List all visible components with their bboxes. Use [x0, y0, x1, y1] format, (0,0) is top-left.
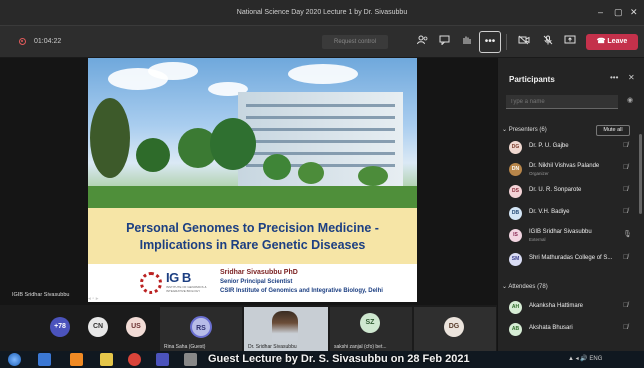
participant-video [272, 311, 298, 341]
windows-start-icon[interactable] [8, 353, 21, 366]
eye-icon[interactable]: ◉ [627, 96, 633, 104]
igib-logo: IG B INSTITUTE OF GENOMICS & INTEGRATIVE… [140, 270, 212, 298]
speaker-role: Senior Principal Scientist [220, 279, 293, 285]
presenter-label: IGIB Sridhar Sivasubbu [12, 292, 70, 298]
presentation-slide: Personal Genomes to Precision Medicine -… [88, 58, 417, 302]
chrome-icon[interactable] [128, 353, 141, 366]
phone-hangup-icon: ☎ [596, 38, 606, 45]
list-item[interactable]: DN Dr. Nikhil Vishvas Palande Organizer … [498, 160, 644, 178]
panel-title: Participants [509, 75, 555, 84]
list-item[interactable]: IS IGIB Sridhar Sivasubbu External 🎙 [498, 226, 644, 244]
shared-content-stage: Personal Genomes to Precision Medicine -… [0, 58, 497, 305]
avatar[interactable]: US [126, 317, 146, 337]
call-timer: 01:04:22 [34, 38, 62, 45]
panel-more-button[interactable]: ••• [610, 73, 618, 82]
list-item[interactable]: SM Shri Mathuradas College of S... 🎙̸ [498, 250, 644, 268]
participant-video-tile[interactable]: Dr. Sridhar Sivasubbu [244, 307, 328, 351]
toolbar-divider [506, 34, 507, 50]
slide-title-line-2: Implications in Rare Genetic Diseases [139, 238, 366, 252]
title-band [88, 208, 417, 264]
presenters-header[interactable]: ⌄ Presenters (6) [502, 126, 547, 133]
leave-button[interactable]: ☎ Leave [586, 34, 638, 50]
participant-gallery: +78 CN US RS Rina Saha (Guest) Dr. Sridh… [0, 305, 497, 351]
more-actions-button[interactable]: ••• [479, 31, 501, 53]
mic-off-icon: 🎙̸ [623, 302, 629, 309]
list-item[interactable]: AH Akanksha Hattimare 🎙̸ [498, 298, 644, 316]
leave-label: Leave [607, 38, 628, 45]
tile-label: Dr. Sridhar Sivasubbu [248, 344, 297, 350]
tile-label: Rina Saha (Guest) [164, 344, 206, 350]
slide-title-line-1: Personal Genomes to Precision Medicine - [126, 221, 379, 235]
attendees-header[interactable]: ⌄ Attendees (78) [502, 283, 548, 290]
teams-icon[interactable] [156, 353, 169, 366]
window-titlebar: National Science Day 2020 Lecture 1 by D… [0, 0, 644, 26]
caption-banner-text: Guest Lecture by Dr. S. Sivasubbu on 28 … [208, 353, 470, 365]
mute-all-button[interactable]: Mute all [596, 125, 630, 136]
slide-nav-controls[interactable]: ◂ ▫ ▸ [88, 296, 99, 302]
share-screen-icon[interactable] [562, 35, 578, 49]
explorer-icon[interactable] [38, 353, 51, 366]
avatar: SZ [360, 313, 380, 333]
participants-icon[interactable] [414, 35, 430, 49]
close-window-button[interactable]: ✕ [630, 7, 638, 18]
list-item[interactable]: DG Dr. P. U. Gajbe 🎙̸ [498, 138, 644, 156]
minimize-button[interactable]: – [598, 7, 603, 17]
speaker-name: Sridhar Sivasubbu PhD [220, 269, 298, 276]
call-toolbar: 01:04:22 Request control ••• ☎ Leave [0, 26, 644, 58]
mic-off-icon: 🎙̸ [623, 164, 629, 171]
panel-close-button[interactable]: ✕ [628, 73, 635, 82]
list-item[interactable]: AB Akshata Bhusari 🎙̸ [498, 320, 644, 338]
camera-off-icon[interactable] [516, 35, 532, 49]
gear-logo-icon [140, 272, 162, 294]
recording-icon [19, 38, 26, 45]
overflow-participants-count[interactable]: +78 [50, 317, 70, 337]
participant-tile-sz[interactable]: SZ sakshi zanjal (cfo) bet... [330, 307, 412, 351]
participant-tile-rs[interactable]: RS Rina Saha (Guest) [160, 307, 242, 351]
chat-icon[interactable] [436, 35, 452, 49]
mic-off-icon: 🎙̸ [623, 142, 629, 149]
participant-search-input[interactable] [506, 95, 618, 109]
avatar: DG [444, 317, 464, 337]
mic-off-icon: 🎙̸ [623, 208, 629, 215]
window-title: National Science Day 2020 Lecture 1 by D… [236, 9, 408, 16]
mic-off-icon: 🎙̸ [623, 324, 629, 331]
system-tray[interactable]: ▲ ◂ 🔊 ENG [568, 355, 602, 362]
mic-off-icon: 🎙̸ [623, 186, 629, 193]
folder-icon[interactable] [100, 353, 113, 366]
maximize-button[interactable]: ▢ [614, 7, 623, 18]
participant-tile-dg[interactable]: DG [414, 307, 496, 351]
taskbar-banner: Guest Lecture by Dr. S. Sivasubbu on 28 … [0, 351, 644, 368]
mic-off-icon[interactable] [540, 35, 556, 49]
chevron-down-icon: ⌄ [502, 127, 509, 133]
app-icon[interactable] [184, 353, 197, 366]
speaker-institute: CSIR Institute of Genomics and Integrati… [220, 288, 383, 294]
avatar: RS [190, 316, 212, 338]
participants-panel: Participants ••• ✕ ◉ ⌄ Presenters (6) Mu… [497, 58, 644, 351]
request-control-button[interactable]: Request control [322, 35, 388, 49]
raise-hand-icon[interactable] [458, 35, 474, 49]
vlc-icon[interactable] [70, 353, 83, 366]
tile-label: sakshi zanjal (cfo) bet... [334, 344, 387, 350]
list-item[interactable]: DS Dr. U. R. Sonparote 🎙̸ [498, 182, 644, 200]
avatar[interactable]: CN [88, 317, 108, 337]
mic-off-icon: 🎙̸ [623, 254, 629, 261]
list-item[interactable]: DB Dr. V.H. Badiye 🎙̸ [498, 204, 644, 222]
mic-on-icon: 🎙 [623, 231, 632, 238]
institute-photo [88, 58, 417, 208]
